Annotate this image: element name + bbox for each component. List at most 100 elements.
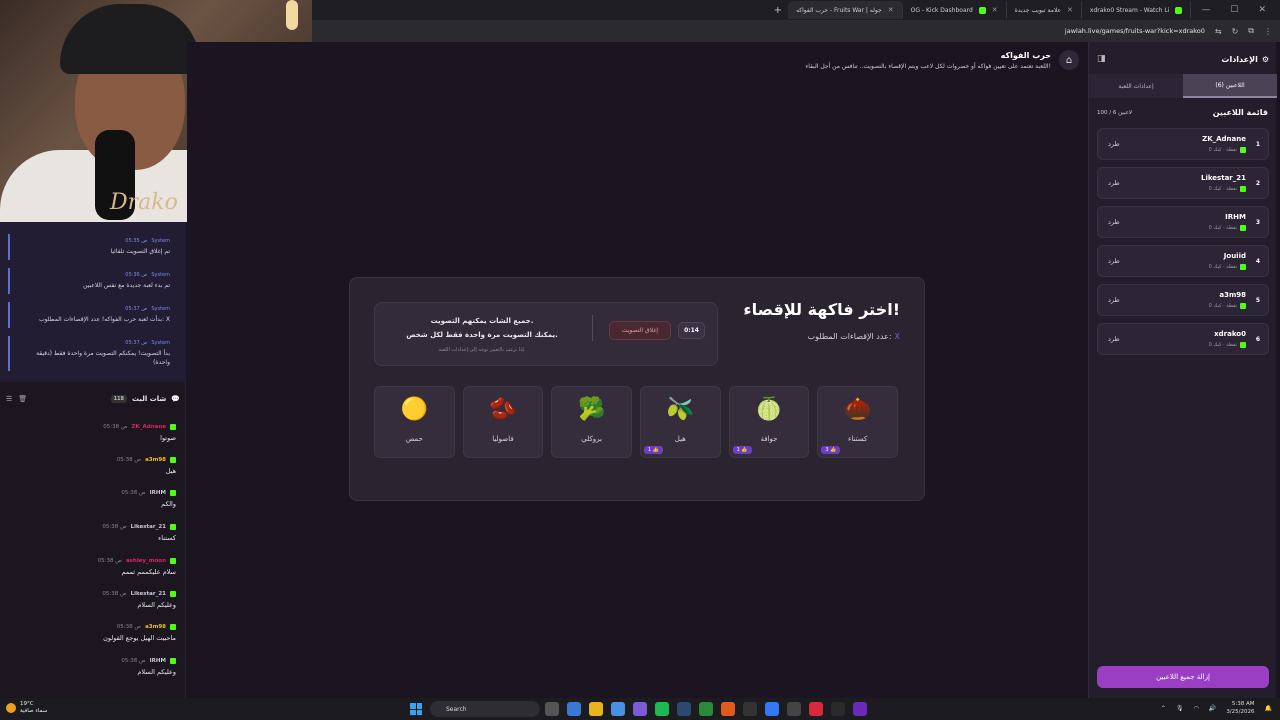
player-meta: 0 نقطة · كيك [1208,303,1237,309]
game-header: حرب الفواكه اللعبة تعتمد على تعيين فواكه… [805,50,1079,70]
notifications-icon[interactable]: 🔔 [1265,705,1272,712]
message-user[interactable]: a3m98 [145,457,166,463]
message-text: وعليكم السلام [137,668,176,676]
close-icon[interactable]: ✕ [992,6,998,14]
fruit-card-cardamom[interactable]: 🫒 هيل 1 👍 [639,386,721,458]
player-number: 2 [1255,180,1260,187]
steam-icon[interactable] [677,702,691,716]
tab-players[interactable]: اللاعبين (6) [1183,74,1277,98]
player-number: 1 [1255,141,1260,148]
message-user[interactable]: ashley_moon [126,558,166,564]
xbox-icon[interactable] [699,702,713,716]
url-input[interactable]: jawlah.live/games/fruits-war?kick=xdrako… [1065,27,1205,35]
weather-temp: 19°C [20,701,34,707]
fruit-name: بروكلي [581,435,602,443]
chat-count-badge: 118 [110,395,127,403]
kick-player-button[interactable]: طرد [1108,296,1120,304]
file-explorer-icon[interactable] [589,702,603,716]
player-meta: 0 نقطة · كيك [1208,342,1237,348]
kick-icon [170,424,176,430]
more-icon[interactable]: ⋮ [1264,27,1272,36]
kick-player-button[interactable]: طرد [1108,140,1120,148]
epic-games-icon[interactable] [743,702,757,716]
player-name: IRHM [1225,213,1246,221]
fruit-card-beans[interactable]: 🫘 فاصوليا [462,386,544,458]
kick-icon [170,624,176,630]
tab-new[interactable]: علامة تبويب جديدة ✕ [1007,1,1082,19]
task-view-icon[interactable] [545,702,559,716]
message-user: System [151,238,170,244]
microphone-icon[interactable]: 🎙 [1176,705,1184,712]
copy-icon[interactable]: ⧉ [1248,26,1254,36]
chevron-up-icon[interactable]: ⌃ [1161,705,1166,712]
obs-icon[interactable] [787,702,801,716]
remove-all-players-button[interactable]: إزالة جميع اللاعبين [1097,666,1269,688]
wifi-icon[interactable]: ◠ [1194,705,1199,712]
chat-message: 05:38 ص ZK_Adnane صوتوا [8,424,176,442]
windows-start-icon[interactable] [410,703,422,715]
new-tab-button[interactable]: + [768,5,788,16]
stream-chat-column: 05:35 ص System تم إغلاق التصويت تلقائيا 0… [0,222,186,698]
fruit-card-chickpeas[interactable]: 🟡 حمص [373,386,455,458]
message-text: كستناء [158,534,176,542]
vote-count-badge: 1 👍 [732,446,752,454]
message-user[interactable]: a3m98 [145,624,166,630]
settings-title: الإعدادات [1221,54,1258,64]
elimination-card: اختر فاكهة للإقصاء! عدد الإقصاءات المطلو… [349,277,925,501]
trash-icon[interactable]: 🗑 [18,395,27,403]
clock[interactable]: 5:38 AM 3/25/2026 [1226,701,1254,716]
kick-icon [978,6,986,14]
kick-player-button[interactable]: طرد [1108,179,1120,187]
player-row: 4 Jouiid 0 نقطة · كيك طرد [1097,245,1269,277]
copilot-icon[interactable] [567,702,581,716]
vpn-icon[interactable] [765,702,779,716]
maximize-icon[interactable]: ☐ [1230,5,1238,15]
system-message: 05:35 ص System تم إغلاق التصويت تلقائيا [8,234,178,260]
close-icon[interactable]: ✕ [888,6,894,14]
weather-widget[interactable]: 19°C سماء صافية [6,701,47,714]
tab-game-settings[interactable]: إعدادات اللعبة [1089,74,1183,98]
weather-desc: سماء صافية [20,707,48,714]
close-vote-button[interactable]: إغلاق التصويت [608,321,671,340]
discord-icon[interactable] [633,702,647,716]
media-player-icon[interactable] [809,702,823,716]
tab-new-label: علامة تبويب جديدة [1014,6,1062,14]
message-user[interactable]: Likestar_21 [131,524,166,530]
tune-icon[interactable]: ⇆ [1215,27,1222,36]
message-time: 05:38 ص [121,490,146,496]
volume-icon[interactable]: 🔊 [1209,705,1216,712]
window-close-icon[interactable]: ✕ [1258,5,1266,15]
message-user[interactable]: Likestar_21 [131,591,166,597]
reload-icon[interactable]: ↻ [1232,27,1239,36]
kick-player-button[interactable]: طرد [1108,218,1120,226]
fruit-card-chestnut[interactable]: 🌰 كستناء 3 👍 [817,386,898,458]
chrome-icon[interactable] [611,702,625,716]
home-button[interactable]: ⌂ [1059,50,1079,70]
collapse-panel-icon[interactable]: ◨ [1097,54,1106,64]
message-user[interactable]: IRHM [150,490,166,496]
elimination-label: عدد الإقصاءات المطلوب: [807,332,892,341]
message-user[interactable]: IRHM [150,658,166,664]
kick-player-button[interactable]: طرد [1108,257,1120,265]
filter-icon[interactable]: ☰ [6,395,12,403]
webcam-person-cap [60,4,200,74]
firefox-icon[interactable] [721,702,735,716]
fruit-card-broccoli[interactable]: 🥦 بروكلي [551,386,632,458]
tab-xdrako-stream[interactable]: xdrako0 Stream - Watch Li [1082,1,1192,19]
app-icon[interactable] [853,702,867,716]
kick-player-button[interactable]: طرد [1108,335,1120,343]
kick-icon [170,558,176,564]
terminal-icon[interactable] [831,702,845,716]
message-user: System [151,272,170,278]
lamp-image [286,0,298,30]
taskbar-search[interactable]: Search [430,701,540,717]
minimize-icon[interactable]: — [1201,5,1210,15]
player-name: ZK_Adnane [1202,135,1246,143]
message-user[interactable]: ZK_Adnane [132,424,166,430]
fruit-card-guava[interactable]: 🍈 جوافة 1 👍 [728,386,810,458]
tab-fruits-war[interactable]: حرب الفواكه - Fruits War | جوله ✕ [788,1,903,19]
spotify-icon[interactable] [655,702,669,716]
close-icon[interactable]: ✕ [1067,6,1073,14]
tab-kick-dashboard[interactable]: OG - Kick Dashboard ✕ [903,1,1007,19]
kick-icon [1240,225,1246,231]
